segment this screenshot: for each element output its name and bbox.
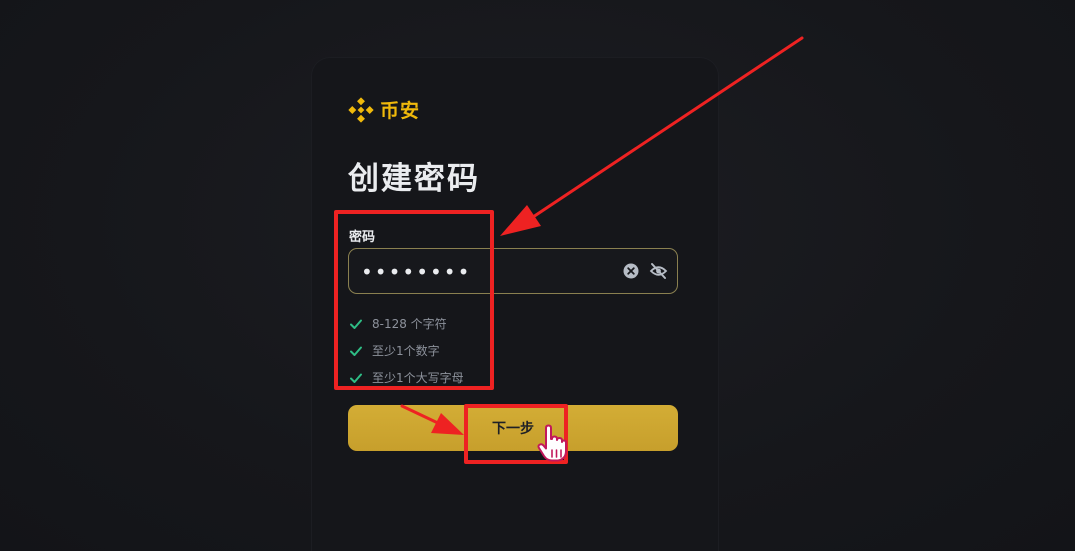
page-title: 创建密码 (348, 161, 480, 197)
binance-diamond-icon (348, 96, 374, 123)
clear-icon[interactable] (623, 263, 639, 279)
brand-logo: 币安 (348, 96, 420, 123)
hand-pointer-icon (537, 424, 567, 462)
screen: 币安 创建密码 密码 8-128 个字符 至少1个数字 (0, 0, 1075, 551)
brand-name: 币安 (380, 100, 421, 122)
eye-off-icon[interactable] (649, 262, 668, 280)
password-highlight-box (334, 210, 494, 390)
